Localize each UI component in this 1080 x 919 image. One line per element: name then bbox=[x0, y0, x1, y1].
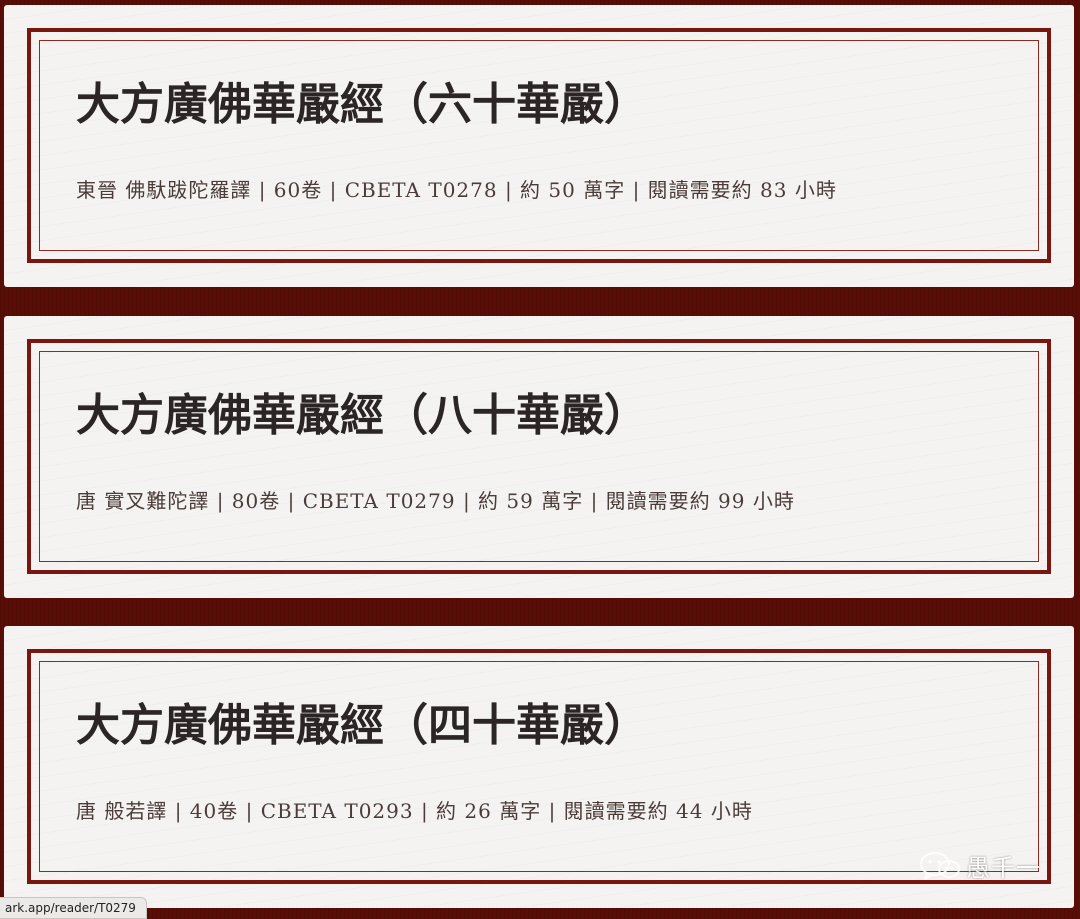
scripture-card-t0293[interactable]: 大方廣佛華嚴經（四十華嚴） 唐 般若譯 | 40卷 | CBETA T0293 … bbox=[4, 626, 1074, 908]
card-border-frame bbox=[27, 649, 1051, 884]
watermark-text: 愚千一 bbox=[966, 854, 1041, 882]
scripture-meta: 東晉 佛馱跋陀羅譯 | 60卷 | CBETA T0278 | 約 50 萬字 … bbox=[76, 178, 837, 202]
card-inner-border bbox=[39, 351, 1039, 562]
scripture-title[interactable]: 大方廣佛華嚴經（六十華嚴） bbox=[76, 79, 648, 132]
scripture-card-t0279[interactable]: 大方廣佛華嚴經（八十華嚴） 唐 實叉難陀譯 | 80卷 | CBETA T027… bbox=[4, 316, 1074, 598]
scripture-title[interactable]: 大方廣佛華嚴經（八十華嚴） bbox=[76, 390, 648, 443]
wechat-icon bbox=[920, 851, 960, 880]
card-inner-border bbox=[39, 40, 1039, 251]
watermark: 愚千一 bbox=[918, 848, 1041, 883]
scripture-card-t0278[interactable]: 大方廣佛華嚴經（六十華嚴） 東晉 佛馱跋陀羅譯 | 60卷 | CBETA T0… bbox=[4, 5, 1074, 287]
scripture-title[interactable]: 大方廣佛華嚴經（四十華嚴） bbox=[76, 700, 648, 753]
link-url-status: ark.app/reader/T0279 bbox=[0, 897, 147, 919]
scripture-meta: 唐 實叉難陀譯 | 80卷 | CBETA T0279 | 約 59 萬字 | … bbox=[76, 489, 795, 513]
card-inner-border bbox=[39, 661, 1039, 872]
card-border-frame bbox=[27, 339, 1051, 574]
scripture-meta: 唐 般若譯 | 40卷 | CBETA T0293 | 約 26 萬字 | 閱讀… bbox=[76, 799, 753, 823]
card-border-frame bbox=[27, 28, 1051, 263]
